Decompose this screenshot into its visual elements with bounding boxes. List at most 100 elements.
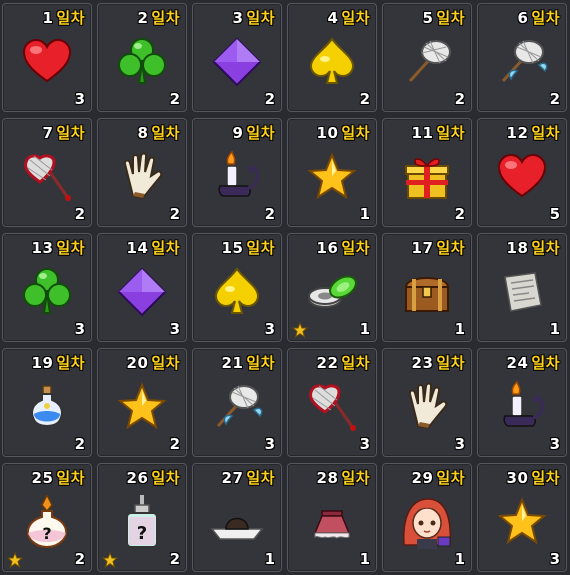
reward-cell-day-20[interactable]: 20 일차 2 [97,348,187,457]
item-quantity: 2 [74,435,85,453]
mystery-flask-icon: ? [20,494,74,549]
item-quantity: 2 [549,90,560,108]
item-quantity: 1 [549,320,560,338]
reward-cell-day-18[interactable]: 18 일차 1 [477,233,567,342]
day-label: 2 일차 [137,9,180,27]
star-icon [305,150,359,204]
reward-cell-day-13[interactable]: 13 일차 3 [2,233,92,342]
reward-cell-day-29[interactable]: 29 일차 1 [382,463,472,572]
day-label: 26 일차 [126,469,180,487]
item-quantity: 3 [359,435,370,453]
day-label: 19 일차 [31,354,85,372]
day-label: 18 일차 [506,239,560,257]
day-label: 24 일차 [506,354,560,372]
reward-cell-day-21[interactable]: 21 일차 3 [192,348,282,457]
heart-icon [495,150,549,204]
day-label: 30 일차 [506,469,560,487]
item-quantity: 3 [169,320,180,338]
day-label: 27 일차 [221,469,275,487]
item-quantity: 2 [74,205,85,223]
item-quantity: 1 [264,550,275,568]
day-label: 11 일차 [411,124,465,142]
item-quantity: 1 [359,205,370,223]
character-portrait-icon [400,495,454,549]
item-quantity: 2 [169,90,180,108]
potion-bottle-icon [20,380,74,434]
reward-cell-day-23[interactable]: 23 일차 3 [382,348,472,457]
heart-bug-net-icon [20,150,74,204]
reward-cell-day-5[interactable]: 5 일차 2 [382,3,472,112]
gift-box-icon [400,150,454,204]
heart-bug-net-icon [305,380,359,434]
reward-cell-day-6[interactable]: 6 일차 2 [477,3,567,112]
day-label: 14 일차 [126,239,180,257]
reward-cell-day-24[interactable]: 24 일차 3 [477,348,567,457]
spade-icon [305,35,359,89]
spade-icon [210,265,264,319]
day-label: 9 일차 [232,124,275,142]
reward-cell-day-4[interactable]: 4 일차 2 [287,3,377,112]
day-label: 16 일차 [316,239,370,257]
scroll-letter-icon [495,265,549,319]
star-badge-icon [102,552,118,568]
star-badge-icon [292,322,308,338]
treasure-chest-icon [400,265,454,319]
reward-cell-day-25[interactable]: ? 25 일차 2 [2,463,92,572]
reward-calendar-grid: 1 일차 3 2 일차 2 3 일차 2 4 일차 2 5 일차 2 6 일차 2 7 일차 2 8 일차 2 … [2,3,567,572]
reward-cell-day-30[interactable]: 30 일차 3 [477,463,567,572]
reward-cell-day-9[interactable]: 9 일차 2 [192,118,282,227]
reward-cell-day-28[interactable]: 28 일차 1 [287,463,377,572]
item-quantity: 1 [359,550,370,568]
item-quantity: 2 [264,205,275,223]
reward-cell-day-14[interactable]: 14 일차 3 [97,233,187,342]
reward-cell-day-3[interactable]: 3 일차 2 [192,3,282,112]
reward-cell-day-12[interactable]: 12 일차 5 [477,118,567,227]
day-label: 15 일차 [221,239,275,257]
item-quantity: 2 [454,90,465,108]
glove-icon [115,150,169,204]
reward-cell-day-7[interactable]: 7 일차 2 [2,118,92,227]
day-label: 8 일차 [137,124,180,142]
day-label: 13 일차 [31,239,85,257]
reward-cell-day-8[interactable]: 8 일차 2 [97,118,187,227]
star-icon [495,495,549,549]
day-label: 10 일차 [316,124,370,142]
item-quantity: 1 [454,320,465,338]
day-label: 5 일차 [422,9,465,27]
day-label: 20 일차 [126,354,180,372]
day-label: 21 일차 [221,354,275,372]
reward-cell-day-22[interactable]: 22 일차 3 [287,348,377,457]
reward-cell-day-15[interactable]: 15 일차 3 [192,233,282,342]
glove-icon [400,380,454,434]
item-quantity: 1 [454,550,465,568]
reward-cell-day-16[interactable]: 16 일차 1 [287,233,377,342]
day-label: 23 일차 [411,354,465,372]
day-label: 12 일차 [506,124,560,142]
reward-cell-day-26[interactable]: ? 26 일차 2 [97,463,187,572]
reward-cell-day-19[interactable]: 19 일차 2 [2,348,92,457]
reward-cell-day-11[interactable]: 11 일차 2 [382,118,472,227]
svg-text:?: ? [42,524,51,543]
day-label: 6 일차 [517,9,560,27]
item-quantity: 3 [74,320,85,338]
item-quantity: 2 [169,205,180,223]
star-icon [115,380,169,434]
day-label: 4 일차 [327,9,370,27]
reward-cell-day-10[interactable]: 10 일차 1 [287,118,377,227]
day-label: 22 일차 [316,354,370,372]
reward-cell-day-17[interactable]: 17 일차 1 [382,233,472,342]
reward-cell-day-27[interactable]: 27 일차 1 [192,463,282,572]
day-label: 29 일차 [411,469,465,487]
reward-cell-day-1[interactable]: 1 일차 3 [2,3,92,112]
skirt-icon [305,495,359,549]
winged-bug-net-icon [495,35,549,89]
day-label: 3 일차 [232,9,275,27]
reward-cell-day-2[interactable]: 2 일차 2 [97,3,187,112]
item-quantity: 1 [359,320,370,338]
day-label: 25 일차 [31,469,85,487]
day-label: 7 일차 [42,124,85,142]
clover-icon [115,35,169,89]
item-quantity: 3 [454,435,465,453]
item-quantity: 2 [169,550,180,568]
item-quantity: 3 [264,320,275,338]
